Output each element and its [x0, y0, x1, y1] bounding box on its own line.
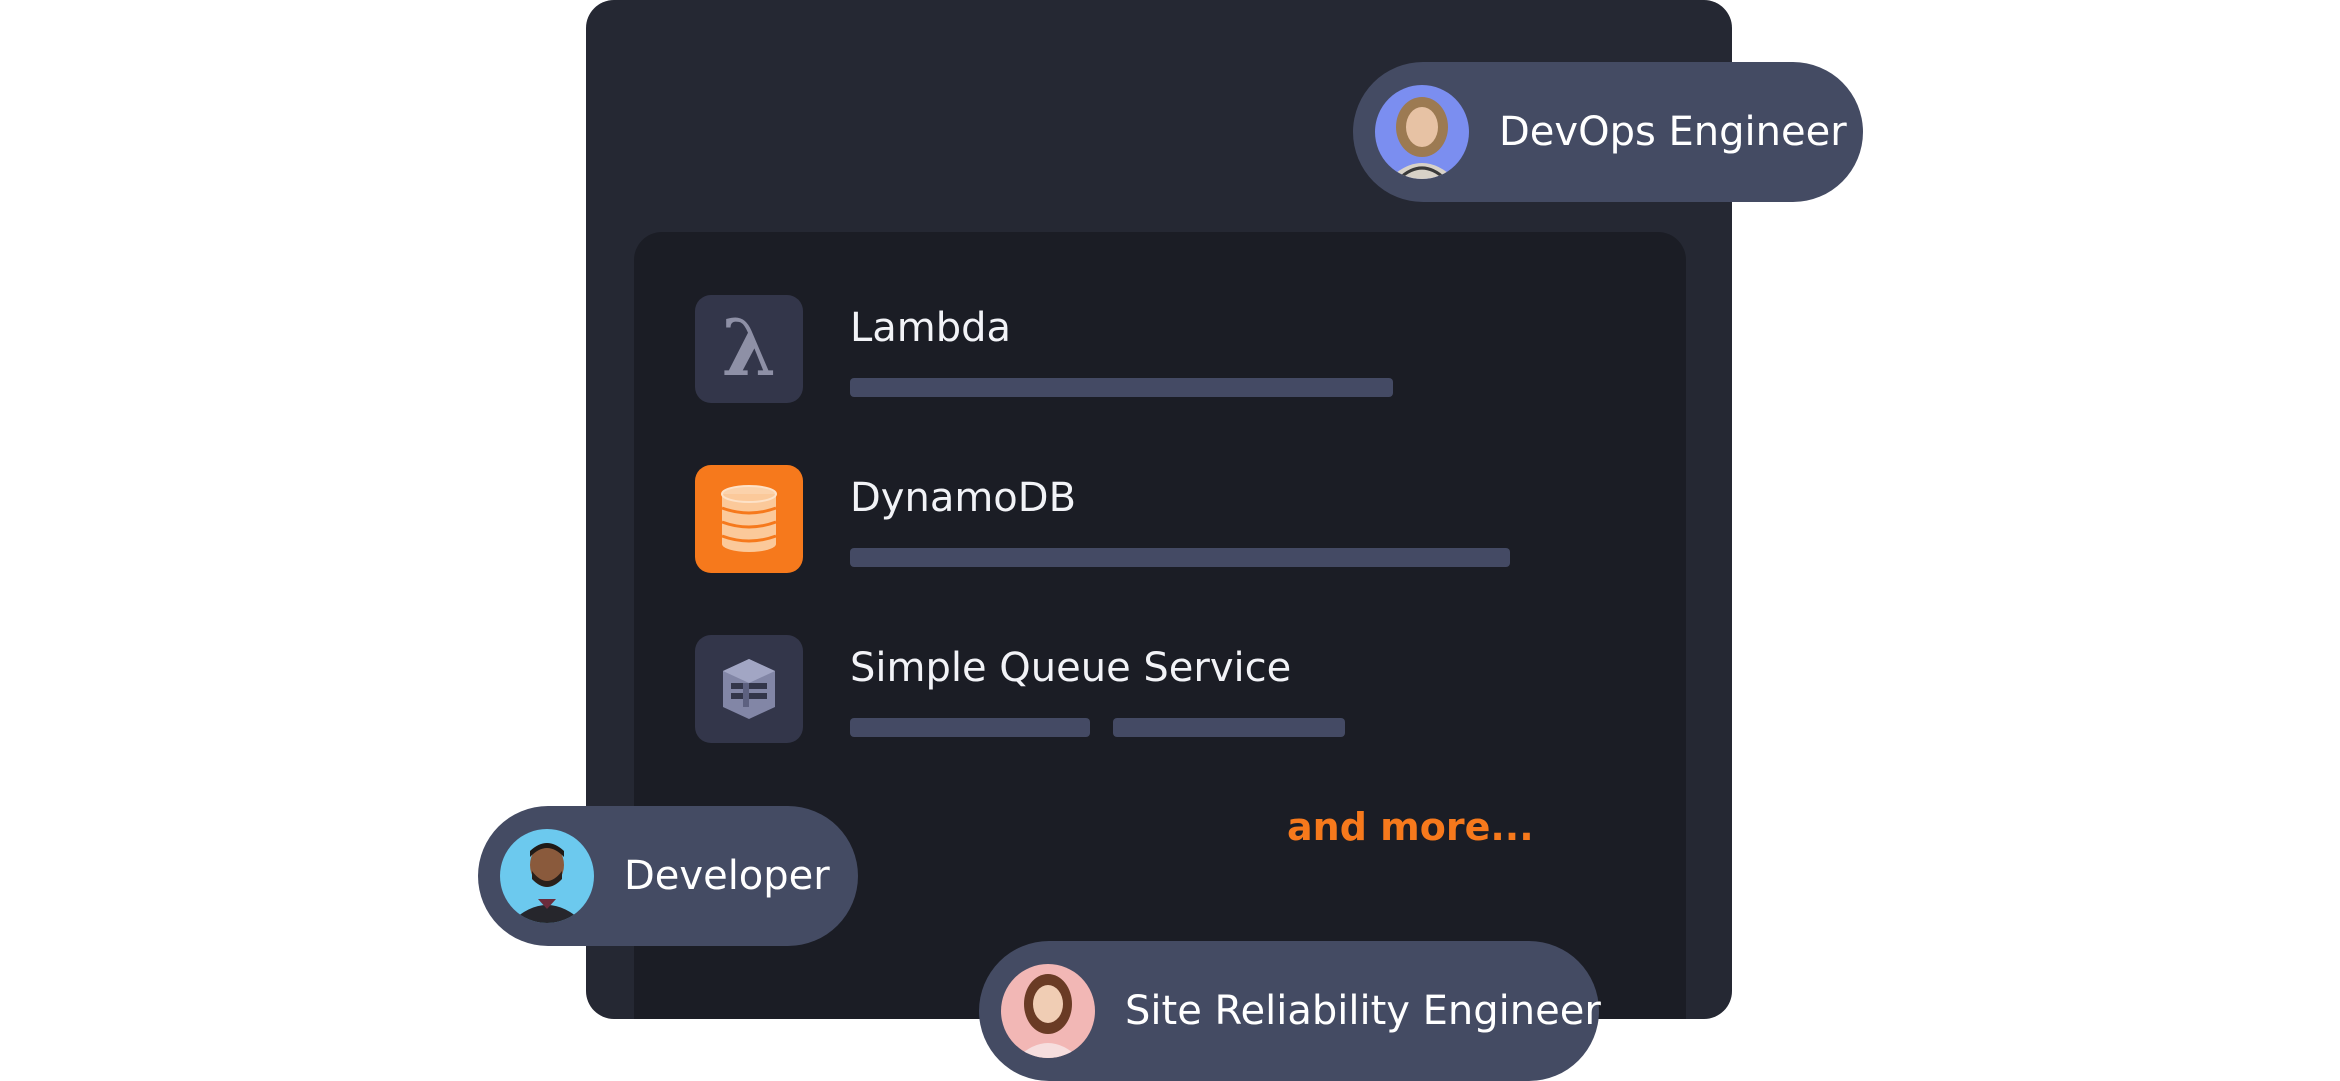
placeholder-bar — [850, 378, 1393, 397]
role-pill-devops: DevOps Engineer — [1353, 62, 1863, 202]
placeholder-bar — [1113, 718, 1345, 737]
service-row-sqs[interactable]: Simple Queue Service — [695, 635, 1595, 745]
service-name: DynamoDB — [850, 475, 1077, 521]
service-name: Lambda — [850, 305, 1012, 351]
role-label: DevOps Engineer — [1499, 109, 1847, 155]
placeholder-bar — [850, 718, 1090, 737]
service-name: Simple Queue Service — [850, 645, 1292, 691]
role-pill-sre: Site Reliability Engineer — [979, 941, 1601, 1081]
avatar-man-bearded-icon — [500, 829, 594, 923]
placeholder-bar — [850, 548, 1510, 567]
database-icon — [695, 465, 803, 573]
service-row-dynamodb[interactable]: DynamoDB — [695, 465, 1595, 575]
service-row-lambda[interactable]: λ Lambda — [695, 295, 1595, 405]
avatar-woman-blonde-icon — [1375, 85, 1469, 179]
queue-icon — [695, 635, 803, 743]
lambda-icon: λ — [695, 295, 803, 403]
avatar-woman-brunette-icon — [1001, 964, 1095, 1058]
role-label: Site Reliability Engineer — [1125, 988, 1601, 1034]
role-label: Developer — [624, 853, 830, 899]
role-pill-developer: Developer — [478, 806, 858, 946]
and-more-link[interactable]: and more... — [1287, 805, 1534, 849]
